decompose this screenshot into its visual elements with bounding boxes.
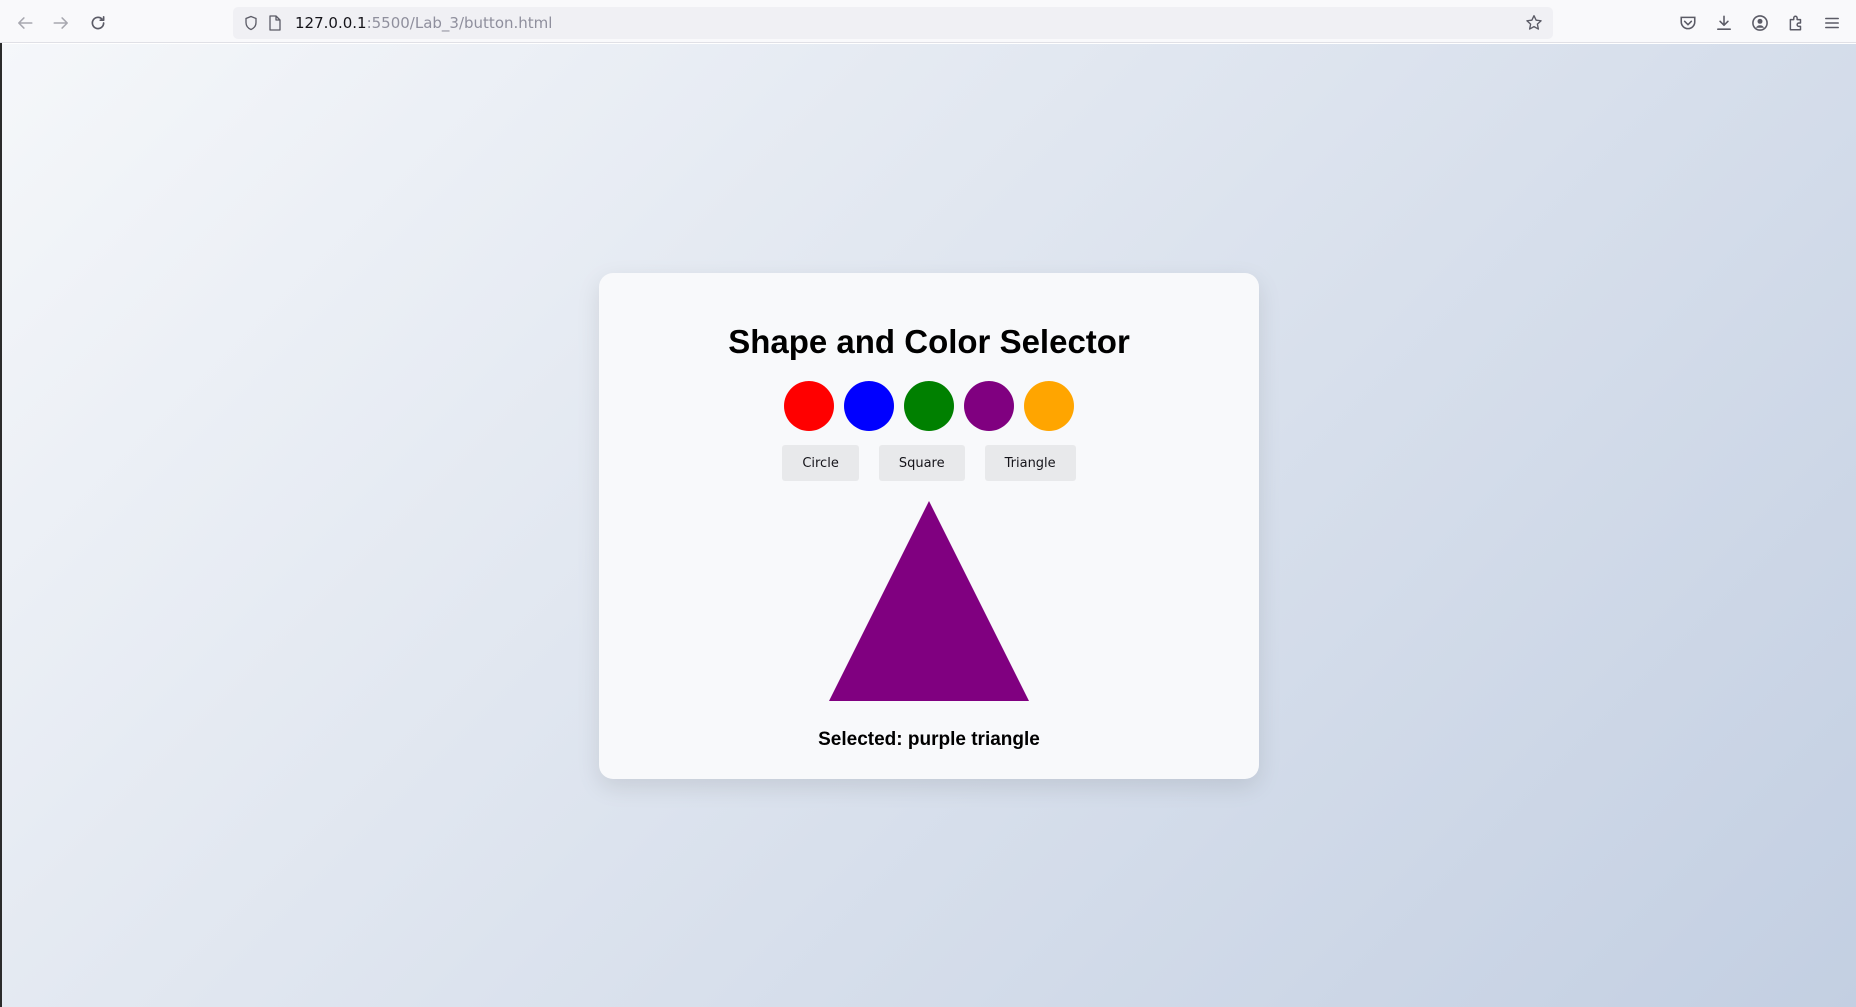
reload-icon[interactable] [85,10,111,36]
account-icon[interactable] [1747,10,1773,36]
triangle-shape [829,501,1029,701]
color-swatch-blue[interactable] [844,381,894,431]
shape-display [599,501,1259,701]
color-swatches [599,381,1259,431]
color-swatch-orange[interactable] [1024,381,1074,431]
triangle-button[interactable]: Triangle [984,445,1076,481]
pocket-icon[interactable] [1675,10,1701,36]
page-viewport: Shape and Color Selector Circle Square T… [2,44,1856,1007]
shape-buttons: Circle Square Triangle [599,445,1259,481]
selector-card: Shape and Color Selector Circle Square T… [599,273,1259,779]
back-arrow-icon[interactable] [12,10,38,36]
extensions-icon[interactable] [1783,10,1809,36]
color-swatch-green[interactable] [904,381,954,431]
color-swatch-purple[interactable] [964,381,1014,431]
download-icon[interactable] [1711,10,1737,36]
browser-toolbar: 127.0.0.1:5500/Lab_3/button.html [0,0,1856,43]
shield-icon[interactable] [241,13,261,33]
forward-arrow-icon[interactable] [48,10,74,36]
selected-status: Selected: purple triangle [818,729,1040,750]
url-bar[interactable]: 127.0.0.1:5500/Lab_3/button.html [233,7,1553,39]
shape-preview [829,501,1029,701]
url-text: 127.0.0.1:5500/Lab_3/button.html [295,14,553,32]
square-button[interactable]: Square [878,445,965,481]
page-icon[interactable] [265,13,285,33]
circle-button[interactable]: Circle [782,445,859,481]
menu-icon[interactable] [1819,10,1845,36]
page-title: Shape and Color Selector [728,323,1130,360]
bookmark-star-icon[interactable] [1524,13,1544,33]
color-swatch-red[interactable] [784,381,834,431]
